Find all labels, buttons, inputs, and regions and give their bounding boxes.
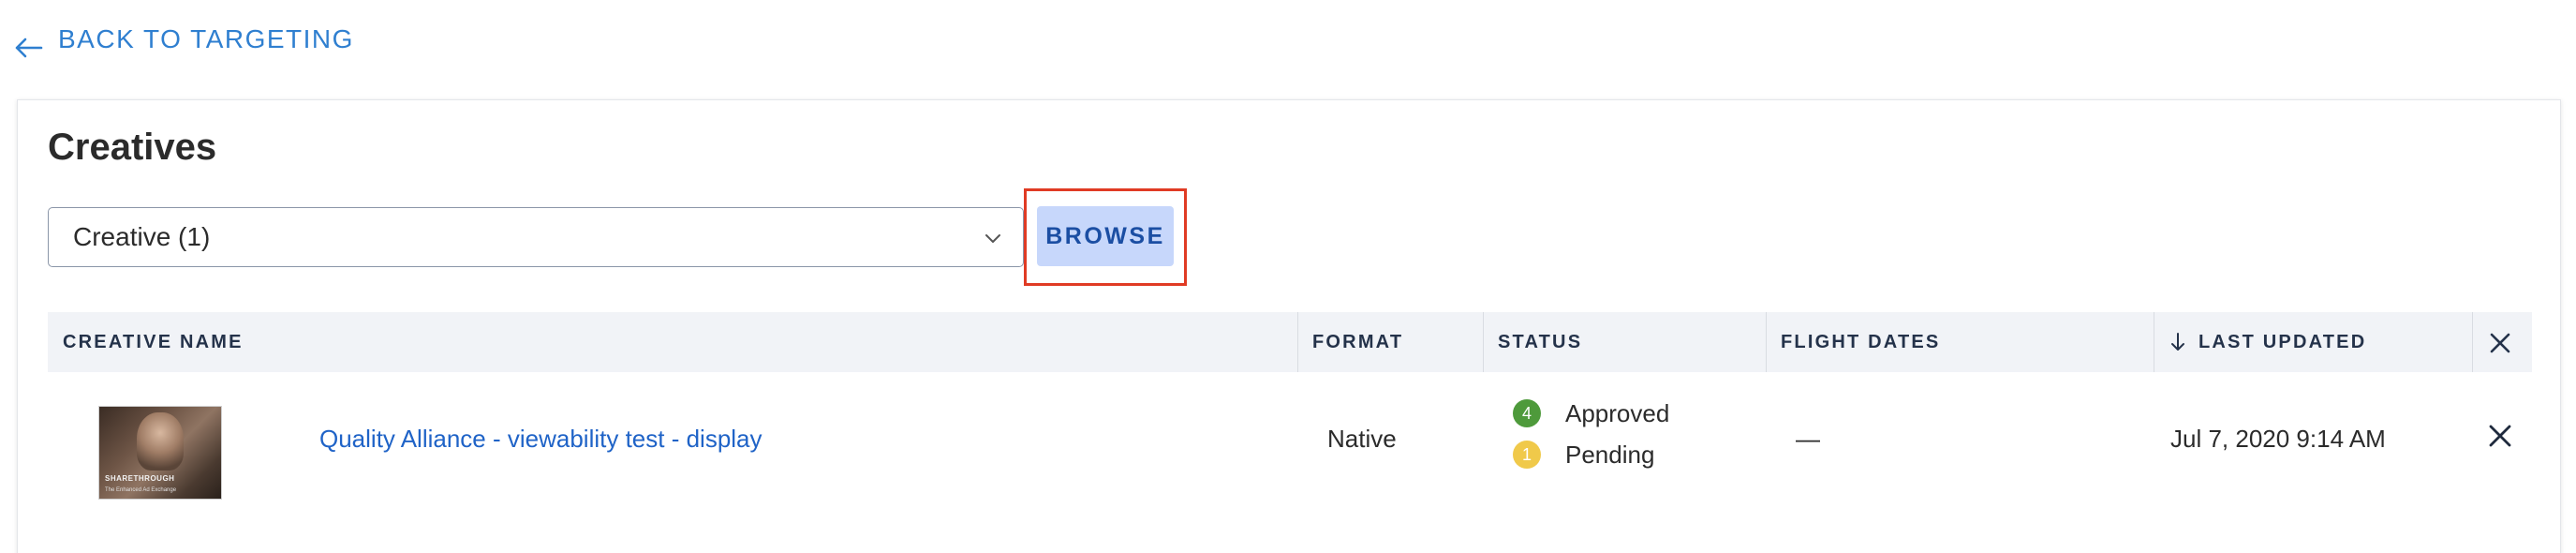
column-divider	[1766, 312, 1767, 372]
page-title: Creatives	[48, 127, 217, 168]
flight-dates-value: —	[1796, 425, 1820, 453]
status-pending: 1 Pending	[1513, 434, 1669, 475]
status-label: Pending	[1565, 440, 1655, 469]
column-divider	[1483, 312, 1484, 372]
creative-thumbnail[interactable]: SHARETHROUGH The Enhanced Ad Exchange	[98, 406, 222, 500]
creative-select-value: Creative (1)	[73, 222, 211, 251]
status-list: 4 Approved 1 Pending	[1513, 393, 1669, 475]
back-to-targeting-link[interactable]: BACK TO TARGETING	[13, 17, 354, 62]
status-label: Approved	[1565, 398, 1670, 427]
arrow-left-icon	[15, 37, 43, 58]
status-approved: 4 Approved	[1513, 393, 1669, 434]
column-header-status[interactable]: STATUS	[1498, 312, 1582, 372]
thumbnail-tagline: The Enhanced Ad Exchange	[105, 487, 177, 493]
status-count-badge: 4	[1513, 399, 1541, 427]
table-row: SHARETHROUGH The Enhanced Ad Exchange Qu…	[48, 372, 2532, 518]
thumbnail-figure	[137, 412, 184, 471]
format-value: Native	[1327, 425, 1397, 453]
status-count-badge: 1	[1513, 441, 1541, 469]
creative-name-link[interactable]: Quality Alliance - viewability test - di…	[319, 425, 762, 454]
thumbnail-brand-text: SHARETHROUGH	[105, 474, 175, 483]
column-header-format[interactable]: FORMAT	[1312, 312, 1403, 372]
column-divider	[2472, 312, 2473, 372]
column-header-flight-dates[interactable]: FLIGHT DATES	[1781, 312, 1940, 372]
sort-descending-icon	[2171, 333, 2184, 351]
column-divider	[1297, 312, 1298, 372]
close-icon[interactable]	[2488, 331, 2512, 355]
creatives-card: Creatives Creative (1) BROWSE CREATIVE N…	[17, 99, 2561, 553]
table-header: CREATIVE NAME FORMAT STATUS FLIGHT DATES…	[48, 312, 2532, 372]
column-header-last-updated[interactable]: LAST UPDATED	[2170, 312, 2366, 372]
column-header-last-updated-label: LAST UPDATED	[2198, 331, 2367, 352]
back-link-label: BACK TO TARGETING	[58, 24, 354, 53]
creative-select[interactable]: Creative (1)	[48, 207, 1024, 267]
chevron-down-icon	[985, 234, 1000, 243]
column-header-creative-name[interactable]: CREATIVE NAME	[63, 312, 244, 372]
remove-creative-icon[interactable]	[2487, 423, 2513, 449]
browse-button[interactable]: BROWSE	[1037, 206, 1174, 266]
last-updated-value: Jul 7, 2020 9:14 AM	[2170, 425, 2386, 453]
